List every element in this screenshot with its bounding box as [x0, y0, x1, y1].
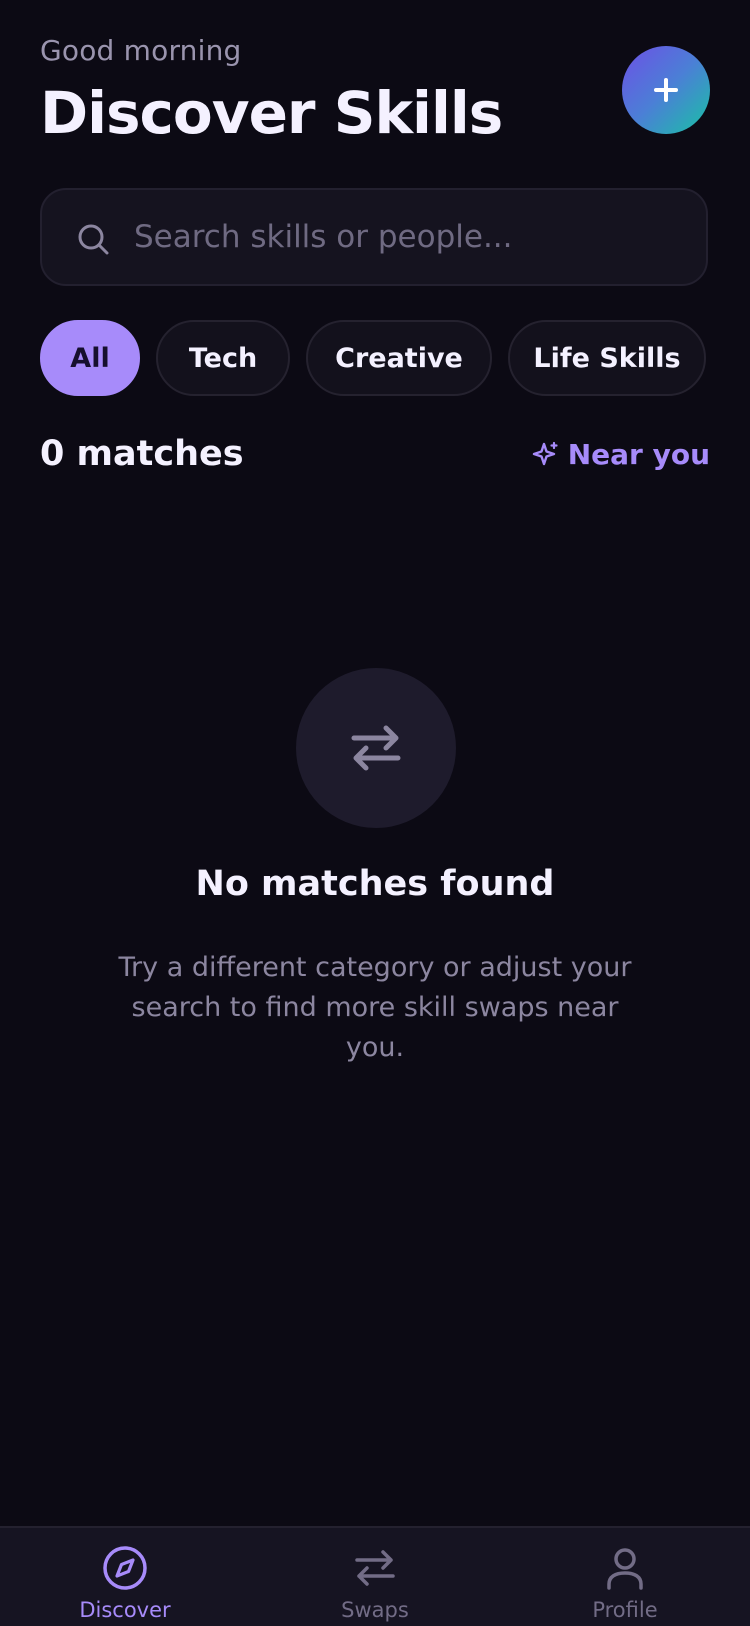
- near-you-label: Near you: [567, 438, 710, 471]
- plus-icon: [654, 78, 678, 102]
- add-skill-button[interactable]: [622, 46, 710, 134]
- empty-state-title: No matches found: [195, 864, 555, 904]
- empty-state-icon-circle: [296, 668, 456, 828]
- tab-swaps-label: Swaps: [341, 1598, 409, 1622]
- page-title: Discover Skills: [40, 79, 503, 147]
- filter-chip-all[interactable]: All: [40, 320, 140, 396]
- bottom-tab-bar: Discover Swaps Profile: [0, 1526, 750, 1626]
- tab-swaps[interactable]: Swaps: [250, 1528, 500, 1626]
- match-count: 0 matches: [40, 434, 244, 474]
- filter-chip-tech[interactable]: Tech: [156, 320, 290, 396]
- tab-discover[interactable]: Discover: [0, 1528, 250, 1626]
- filter-chip-life-skills[interactable]: Life Skills: [508, 320, 706, 396]
- compass-icon: [103, 1546, 147, 1590]
- tab-profile[interactable]: Profile: [500, 1528, 750, 1626]
- swap-arrows-icon: [355, 1550, 395, 1586]
- sparkle-icon: [532, 441, 558, 465]
- swap-arrows-icon: [351, 725, 401, 771]
- greeting-text: Good morning: [40, 34, 242, 67]
- tab-profile-label: Profile: [592, 1598, 658, 1622]
- empty-state-message: Try a different category or adjust your …: [118, 952, 632, 1063]
- search-icon: [78, 224, 109, 255]
- search-input[interactable]: [134, 190, 694, 284]
- user-icon: [607, 1548, 643, 1590]
- near-you-link[interactable]: Near you: [532, 438, 710, 471]
- tab-discover-label: Discover: [79, 1598, 171, 1622]
- search-bar[interactable]: [40, 188, 708, 286]
- filter-chip-creative[interactable]: Creative: [306, 320, 492, 396]
